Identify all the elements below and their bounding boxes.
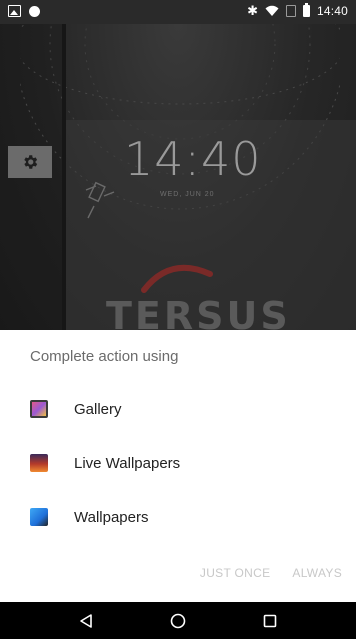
recents-button[interactable] bbox=[250, 606, 290, 636]
gallery-icon bbox=[30, 400, 48, 418]
lockscreen-preview: 14:40 WED, JUN 20 TERSUS bbox=[0, 24, 356, 330]
dialog-actions: JUST ONCE ALWAYS bbox=[200, 566, 342, 580]
home-icon bbox=[170, 613, 186, 628]
circle-icon bbox=[29, 5, 40, 17]
complete-action-dialog: Complete action using Gallery Live Wallp… bbox=[0, 330, 356, 602]
battery-icon bbox=[302, 3, 310, 17]
satellite-icon bbox=[85, 181, 115, 219]
just-once-button[interactable]: JUST ONCE bbox=[200, 566, 271, 580]
option-live-wallpapers[interactable]: Live Wallpapers bbox=[0, 436, 356, 490]
lockscreen-clock: 14:40 bbox=[124, 132, 262, 186]
wallpapers-icon bbox=[30, 508, 48, 526]
option-label: Wallpapers bbox=[74, 508, 149, 526]
navigation-bar bbox=[0, 602, 356, 639]
screen: ✱ 14:40 14:40 WED, JUN 20 TERSUS Complet… bbox=[0, 0, 356, 639]
gear-icon bbox=[24, 155, 38, 169]
status-bar: ✱ 14:40 bbox=[0, 0, 356, 24]
live-wallpapers-icon bbox=[30, 454, 48, 472]
option-label: Live Wallpapers bbox=[74, 454, 181, 472]
status-notifications bbox=[8, 5, 40, 17]
no-sim-icon bbox=[285, 5, 296, 17]
lockscreen-date: WED, JUN 20 bbox=[160, 191, 215, 198]
option-label: Gallery bbox=[74, 400, 122, 418]
option-wallpapers[interactable]: Wallpapers bbox=[0, 490, 356, 544]
preview-divider bbox=[62, 24, 66, 330]
status-time: 14:40 bbox=[316, 4, 348, 18]
home-button[interactable] bbox=[158, 606, 198, 636]
brand-logo-text: TERSUS bbox=[106, 294, 291, 330]
status-system: ✱ 14:40 bbox=[247, 3, 348, 18]
back-button[interactable] bbox=[66, 606, 106, 636]
image-icon bbox=[8, 5, 21, 17]
recents-icon bbox=[263, 614, 277, 627]
option-gallery[interactable]: Gallery bbox=[0, 382, 356, 436]
wifi-icon bbox=[265, 5, 279, 16]
always-button[interactable]: ALWAYS bbox=[292, 566, 342, 580]
settings-tab[interactable] bbox=[8, 146, 52, 178]
back-icon bbox=[80, 613, 92, 628]
dialog-title: Complete action using bbox=[30, 348, 179, 365]
bluetooth-icon: ✱ bbox=[247, 3, 258, 18]
